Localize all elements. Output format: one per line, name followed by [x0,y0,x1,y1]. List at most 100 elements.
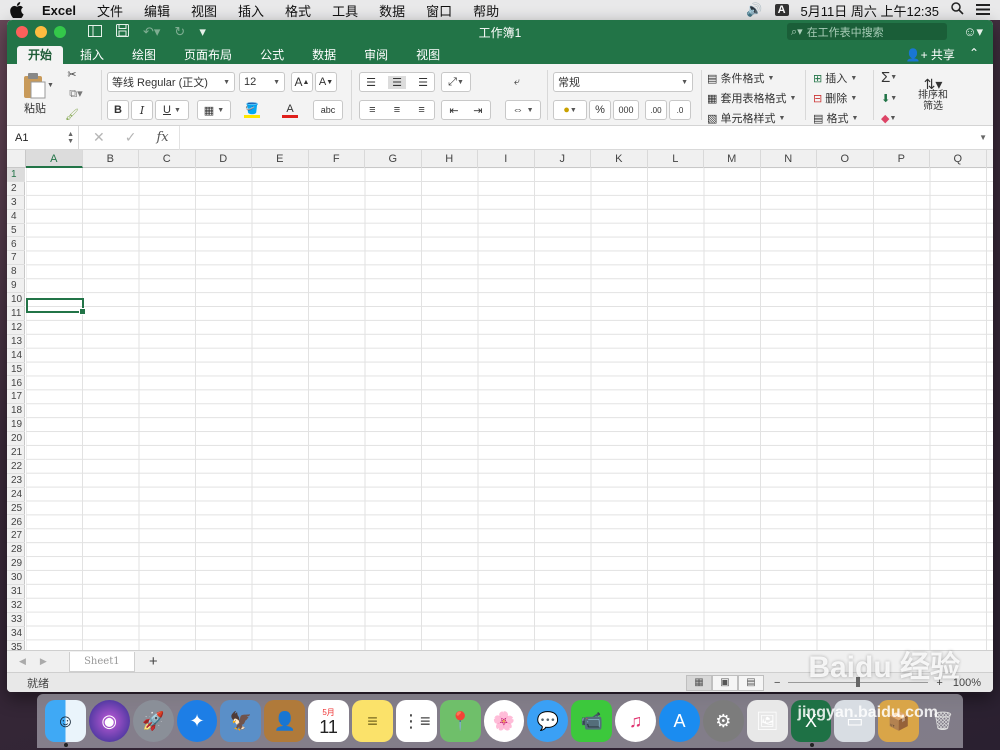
zoom-window-button[interactable] [54,26,66,38]
page-layout-view-icon[interactable]: ▣ [711,674,738,691]
row-header-33[interactable]: 33 [7,613,25,627]
column-header-g[interactable]: G [365,150,422,168]
menu-window[interactable]: 窗口 [426,1,452,20]
tab-draw[interactable]: 绘图 [121,46,167,64]
menu-help[interactable]: 帮助 [473,1,499,20]
italic-button[interactable]: I [131,100,153,120]
row-header-23[interactable]: 23 [7,474,25,488]
column-header-i[interactable]: I [478,150,535,168]
row-header-12[interactable]: 12 [7,321,25,335]
row-header-1[interactable]: 1 [7,168,25,182]
cell-area[interactable] [26,168,993,650]
sheet-tab-sheet1[interactable]: Sheet1 [68,651,135,672]
column-header-f[interactable]: F [309,150,365,168]
paste-options-icon[interactable]: ▼ [47,82,54,89]
sort-filter-button[interactable]: ⇅▾ 排序和 筛选 [913,68,953,122]
autosum-button[interactable]: Σ ▼ [881,68,897,86]
sheet-search-input[interactable]: ⌕▾ 在工作表中搜索 [787,23,947,40]
row-header-5[interactable]: 5 [7,224,25,238]
row-header-4[interactable]: 4 [7,210,25,224]
row-header-9[interactable]: 9 [7,279,25,294]
close-window-button[interactable] [16,26,28,38]
collapse-ribbon-icon[interactable]: ⌃ [969,46,979,63]
align-top-icon[interactable]: ☰ [366,76,376,89]
maps-icon[interactable]: 📍 [439,700,481,742]
insert-function-icon[interactable]: fx [156,130,168,145]
align-right-icon[interactable]: ≡ [418,104,424,116]
clock[interactable]: 5月11日 周六 上午12:35 [801,1,939,20]
row-header-31[interactable]: 31 [7,585,25,599]
increase-indent-icon[interactable]: ⇥ [473,104,482,117]
add-sheet-icon[interactable]: + [149,653,158,670]
format-painter-icon[interactable]: 🖌 [63,106,81,122]
row-header-2[interactable]: 2 [7,182,25,196]
column-header-b[interactable]: B [83,150,139,168]
row-header-6[interactable]: 6 [7,238,25,252]
zoom-out-icon[interactable]: − [774,677,780,689]
menu-app-name[interactable]: Excel [42,3,76,18]
messages-icon[interactable]: 💬 [527,700,569,742]
column-header-o[interactable]: O [817,150,874,168]
align-left-icon[interactable]: ≡ [369,104,375,116]
number-format-dropdown[interactable]: 常规 ▼ [553,72,693,92]
formula-input[interactable] [178,125,993,150]
tab-review[interactable]: 审阅 [353,46,399,64]
menu-format[interactable]: 格式 [285,1,311,20]
column-header-e[interactable]: E [252,150,309,168]
name-box[interactable]: A1 ▲ ▼ [7,125,79,150]
preview-icon[interactable]: 🖼 [746,700,788,742]
row-header-8[interactable]: 8 [7,265,25,280]
row-header-32[interactable]: 32 [7,599,25,613]
tab-formulas[interactable]: 公式 [249,46,295,64]
decrease-decimal-button[interactable]: .0 [669,100,691,120]
contacts-icon[interactable]: 👤 [264,700,306,742]
cut-icon[interactable]: ✂ [63,66,81,82]
align-bottom-icon[interactable]: ☰ [418,76,428,89]
row-header-22[interactable]: 22 [7,460,25,474]
column-header-k[interactable]: K [591,150,648,168]
phonetic-guide-button[interactable]: abc [313,100,343,120]
accounting-format-button[interactable]: ● ▼ [553,100,587,120]
tab-page-layout[interactable]: 页面布局 [173,46,243,64]
increase-decimal-button[interactable]: .00 [645,100,667,120]
menu-data[interactable]: 数据 [379,1,405,20]
prev-sheet-icon[interactable]: ◀ [19,656,26,667]
column-header-h[interactable]: H [422,150,478,168]
row-header-35[interactable]: 35 [7,641,25,650]
save-icon[interactable] [116,24,129,40]
facetime-icon[interactable]: 📹 [571,700,613,742]
shrink-font-button[interactable]: A ▼ [315,72,337,92]
row-header-24[interactable]: 24 [7,488,25,502]
photos-icon[interactable]: 🌸 [483,700,525,742]
font-name-dropdown[interactable]: 等线 Regular (正文) ▼ [107,72,235,92]
active-cell-a1[interactable] [26,298,86,315]
column-header-c[interactable]: C [139,150,196,168]
column-header-m[interactable]: M [704,150,761,168]
menu-tools[interactable]: 工具 [332,1,358,20]
row-header-29[interactable]: 29 [7,557,25,572]
insert-cells-button[interactable]: ⊞ 插入 ▼ [813,70,857,86]
row-header-34[interactable]: 34 [7,627,25,641]
row-header-11[interactable]: 11 [7,307,25,321]
align-middle-icon[interactable]: ☰ [388,75,406,89]
column-header-a[interactable]: A [26,150,83,168]
fill-color-button[interactable]: 🪣 [235,100,269,120]
column-header-l[interactable]: L [648,150,704,168]
tab-data[interactable]: 数据 [301,46,347,64]
cell-styles-button[interactable]: ▧ 单元格样式 ▼ [707,110,785,126]
safari-icon[interactable]: ✦ [176,700,218,742]
sidebar-toggle-icon[interactable] [88,24,102,40]
borders-button[interactable]: ▦ ▼ [197,100,231,120]
row-header-27[interactable]: 27 [7,529,25,544]
column-header-d[interactable]: D [196,150,252,168]
comma-style-button[interactable]: 000 [613,100,639,120]
calendar-icon[interactable]: 5月 11 [308,700,350,742]
format-as-table-button[interactable]: ▦ 套用表格格式 ▼ [707,90,796,106]
normal-view-icon[interactable]: ▦ [685,674,712,691]
font-size-dropdown[interactable]: 12 ▼ [239,72,285,92]
row-header-19[interactable]: 19 [7,418,25,433]
confirm-entry-icon[interactable]: ✓ [125,129,137,146]
paste-button[interactable]: 粘贴 [17,68,53,120]
select-all-corner[interactable] [7,150,26,168]
row-header-3[interactable]: 3 [7,196,25,210]
